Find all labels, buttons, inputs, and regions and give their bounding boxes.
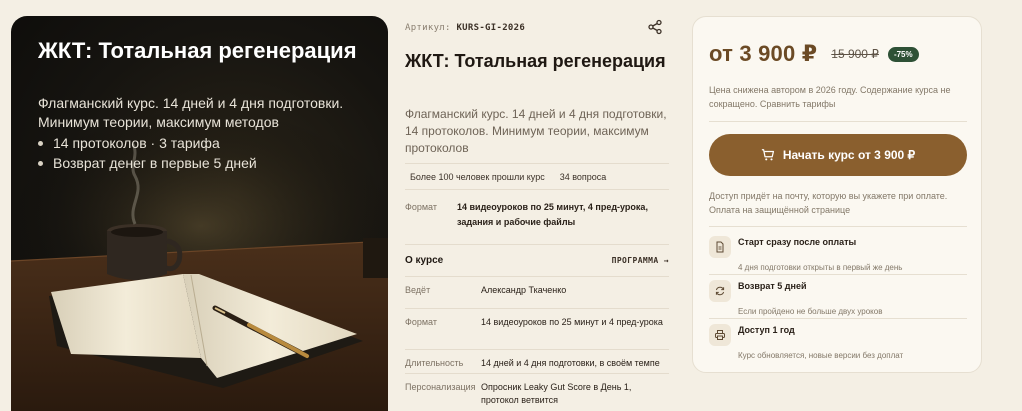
table-row: Персонализация Опросник Leaky Gut Score …	[405, 373, 669, 411]
price-row: от 3 900 ₽ 15 900 ₽ -75%	[709, 41, 919, 67]
hero-title: ЖКТ: Тотальная регенерация	[38, 38, 357, 63]
about-title: О курсе	[405, 255, 444, 266]
hero-bullet: Возврат денег в первые 5 дней	[38, 153, 257, 173]
details-table: Ведёт Александр Ткаченко Формат 14 видео…	[405, 276, 669, 411]
bullet-dot-icon	[38, 160, 43, 166]
format-label: Формат	[405, 202, 437, 212]
format-value: 14 видеоуроков по 25 минут, 4 пред-урока…	[457, 202, 648, 227]
divider	[709, 274, 967, 275]
feature-title: Доступ 1 год	[738, 325, 795, 335]
bullet-dot-icon	[38, 140, 43, 146]
table-row: Длительность 14 дней и 4 дня подготовки,…	[405, 349, 669, 373]
divider	[709, 121, 967, 122]
stat-students: Более 100 человек прошли курс	[410, 171, 545, 182]
hero-card: ЖКТ: Тотальная регенерация Флагманский к…	[11, 16, 388, 411]
buy-course-button[interactable]: Начать курс от 3 900 ₽	[709, 134, 967, 176]
feature-title: Возврат 5 дней	[738, 281, 807, 291]
format-summary: Формат 14 видеоуроков по 25 минут, 4 пре…	[405, 200, 669, 230]
feature-refund: Возврат 5 дней Если пройдено не больше д…	[709, 280, 971, 320]
hero-bullets: 14 протоколов · 3 тарифа Возврат денег в…	[38, 133, 257, 173]
table-row: Ведёт Александр Ткаченко	[405, 276, 669, 308]
feature-subtitle: Если пройдено не больше двух уроков	[738, 307, 883, 316]
cart-icon	[761, 149, 774, 161]
product-description: Флагманский курс. 14 дней и 4 дня подгот…	[405, 107, 667, 155]
discount-badge: -75%	[887, 46, 919, 62]
current-price: от 3 900 ₽	[709, 41, 818, 66]
document-icon	[709, 236, 731, 258]
feature-start: Старт сразу после оплаты 4 дня подготовк…	[709, 236, 971, 276]
feature-access: Доступ 1 год Курс обновляется, новые вер…	[709, 324, 971, 364]
access-note: Доступ придёт на почту, которую вы укаже…	[709, 191, 948, 215]
program-link[interactable]: ПРОГРАММА →	[612, 256, 669, 265]
product-title: ЖКТ: Тотальная регенерация	[405, 51, 666, 71]
refresh-icon	[709, 280, 731, 302]
printer-icon	[709, 324, 731, 346]
price-note: Цена снижена автором в 2026 году. Содерж…	[709, 85, 951, 109]
sku-value: KURS-GI-2026	[456, 23, 526, 33]
divider	[709, 226, 967, 227]
feature-subtitle: 4 дня подготовки открыты в первый же ден…	[738, 263, 903, 272]
share-icon[interactable]	[647, 19, 663, 35]
about-header: О курсе ПРОГРАММА →	[405, 244, 669, 276]
hero-subtitle: Флагманский курс. 14 дней и 4 дня подгот…	[38, 95, 344, 130]
sku: Артикул: KURS-GI-2026	[405, 23, 526, 33]
product-stats: Более 100 человек прошли курс 34 вопроса	[405, 163, 669, 190]
old-price: 15 900 ₽	[831, 47, 879, 61]
hero-illustration	[11, 106, 388, 411]
divider	[709, 318, 967, 319]
feature-subtitle: Курс обновляется, новые версии без допла…	[738, 351, 904, 360]
buy-course-label: Начать курс от 3 900 ₽	[782, 148, 916, 162]
hero-bullet: 14 протоколов · 3 тарифа	[38, 133, 257, 153]
stat-questions: 34 вопроса	[559, 171, 607, 182]
table-row: Формат 14 видеоуроков по 25 минут и 4 пр…	[405, 308, 669, 349]
feature-title: Старт сразу после оплаты	[738, 237, 857, 247]
purchase-card: от 3 900 ₽ 15 900 ₽ -75% Цена снижена ав…	[692, 16, 982, 373]
